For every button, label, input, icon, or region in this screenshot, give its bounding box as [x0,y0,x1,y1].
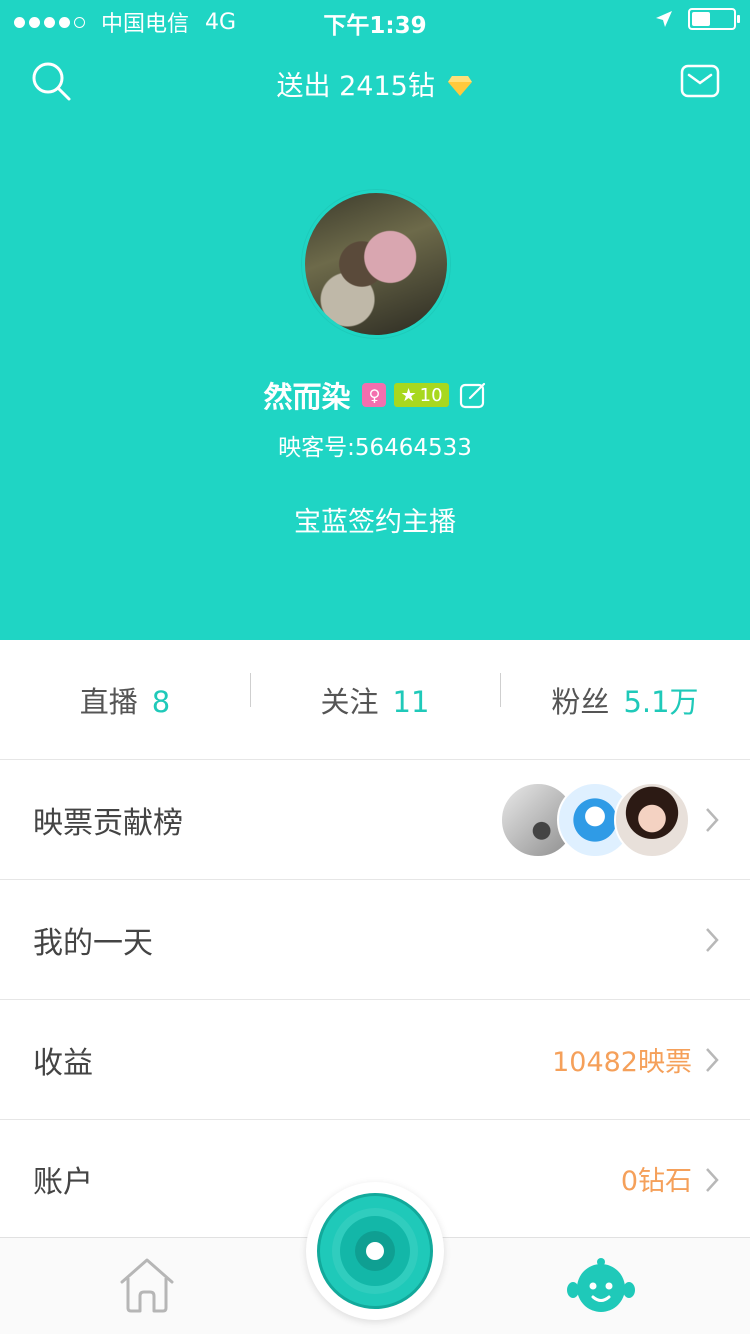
edit-icon[interactable] [459,381,487,409]
female-icon: ♀ [362,383,387,407]
mail-icon[interactable] [680,64,720,98]
top-bar: 送出 2415钻 [0,52,750,112]
star-icon: ★ [400,384,417,406]
row-earnings-label: 收益 [33,1045,93,1081]
status-time: 下午1:39 [323,13,427,39]
contributor-avatars [500,782,690,858]
start-live-button[interactable] [306,1182,444,1320]
stat-live[interactable]: 直播 8 [0,679,250,721]
name-row: 然而染 ♀ ★ 10 [0,374,750,416]
row-contribution-rank-label: 映票贡献榜 [33,805,183,841]
user-id: 映客号:56464533 [278,435,472,461]
location-arrow-icon [656,11,672,27]
profile-avatar[interactable] [302,190,450,338]
chevron-right-icon [706,1048,719,1072]
level-badge: ★ 10 [394,383,449,407]
diamonds-sent-label: 送出 2415钻 [276,71,435,102]
diamond-icon [448,76,473,96]
stat-live-value: 8 [151,684,171,719]
stat-following-value: 11 [392,684,430,719]
profile-header: 中国电信 4G 下午1:39 送出 2415钻 然而染 ♀ ★ 10 映客号:5… [0,0,750,640]
status-bar: 中国电信 4G 下午1:39 [0,0,750,40]
stat-fans-label: 粉丝 [551,684,610,719]
row-contribution-rank[interactable]: 映票贡献榜 [0,760,750,880]
user-signature: 宝蓝签约主播 [294,507,456,538]
stat-following-label: 关注 [320,684,379,719]
row-my-day[interactable]: 我的一天 [0,880,750,1000]
status-right [654,8,740,30]
row-my-day-label: 我的一天 [33,925,153,961]
level-value: 10 [419,384,443,406]
profile-name: 然而染 [263,380,351,414]
stat-live-label: 直播 [79,684,138,719]
profile-page: 中国电信 4G 下午1:39 送出 2415钻 然而染 ♀ ★ 10 映客号:5… [0,0,750,1334]
row-account-label: 账户 [33,1164,93,1200]
live-icon [317,1193,433,1309]
stat-following[interactable]: 关注 11 [250,672,500,721]
chevron-right-icon [706,928,719,952]
row-account-value: 0钻石 [620,1166,692,1197]
chevron-right-icon [706,808,719,832]
diamonds-sent-title: 送出 2415钻 [0,64,750,103]
stat-fans-value: 5.1万 [623,684,699,719]
row-earnings[interactable]: 收益 10482映票 [0,1000,750,1120]
row-earnings-value: 10482映票 [552,1047,692,1078]
contributor-avatar [614,782,690,858]
home-icon[interactable] [116,1256,178,1314]
stats-bar: 直播 8 关注 11 粉丝 5.1万 [0,640,750,760]
stat-fans[interactable]: 粉丝 5.1万 [500,672,750,721]
battery-icon [688,8,740,30]
profile-icon[interactable] [566,1256,636,1318]
chevron-right-icon [706,1168,719,1192]
